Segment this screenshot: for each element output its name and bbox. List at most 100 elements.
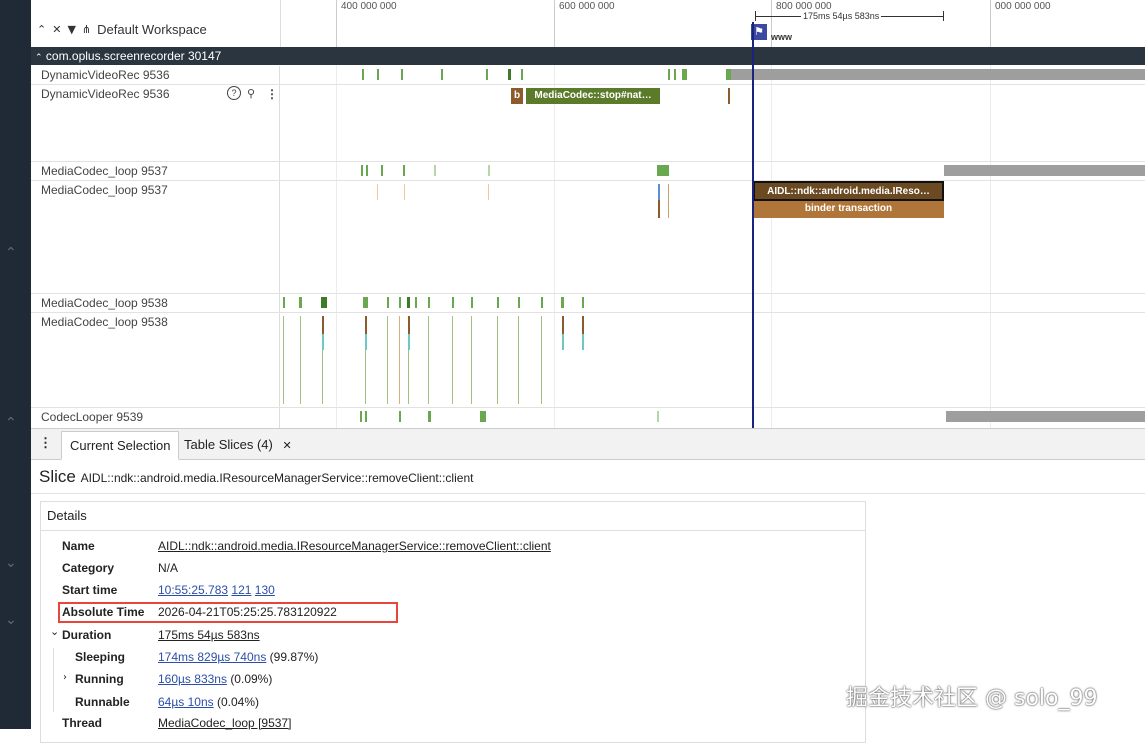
slice-mark[interactable] xyxy=(658,200,660,218)
start-time-link[interactable]: 130 xyxy=(255,583,275,597)
thread-state-mark[interactable] xyxy=(399,411,401,422)
thread-state-mark[interactable] xyxy=(582,297,584,308)
slice-mark[interactable] xyxy=(562,334,564,350)
slice-mark[interactable] xyxy=(668,184,669,218)
close-icon[interactable]: ✕ xyxy=(283,439,292,452)
workspace-icon[interactable]: ⋔ xyxy=(82,23,91,36)
thread-state-mark[interactable] xyxy=(441,69,443,80)
thread-state-mark[interactable] xyxy=(541,297,543,308)
expand-chevron-icon[interactable]: ⌄ xyxy=(50,625,59,638)
more-menu-icon[interactable]: ⋮ xyxy=(266,85,278,103)
thread-state-mark[interactable] xyxy=(321,297,327,308)
pin-icon[interactable]: ⚲ xyxy=(247,85,255,103)
thread-state-mark[interactable] xyxy=(668,69,670,80)
slice-mark[interactable] xyxy=(408,316,410,334)
slice-mark[interactable] xyxy=(322,316,324,334)
slice-mark[interactable] xyxy=(428,316,429,404)
thread-state-mark[interactable] xyxy=(682,69,687,80)
expand-chevron-right-icon[interactable]: › xyxy=(63,672,67,683)
slice-mark[interactable] xyxy=(322,350,323,404)
track-label[interactable]: MediaCodec_loop 9537 xyxy=(31,162,280,180)
thread-state-mark[interactable] xyxy=(488,165,490,176)
thread-state-mark[interactable] xyxy=(283,297,285,308)
slice-mark[interactable] xyxy=(497,316,498,404)
thread-state-sleeping[interactable] xyxy=(944,165,1145,176)
slice-mark[interactable] xyxy=(283,316,284,404)
filter-icon[interactable]: ▼ xyxy=(67,23,75,36)
track-label[interactable]: MediaCodec_loop 9538 xyxy=(31,294,280,312)
process-group-header[interactable]: ⌃ com.oplus.screenrecorder 30147 xyxy=(31,47,1145,65)
thread-state-sleeping[interactable] xyxy=(946,411,1145,422)
duration-link[interactable]: 175ms 54µs 583ns xyxy=(158,628,260,642)
slice-mark[interactable] xyxy=(518,316,519,404)
collapse-chevron-icon[interactable]: ⌃ xyxy=(35,53,43,63)
tab-current-selection[interactable]: Current Selection xyxy=(61,431,180,460)
thread-state-mark[interactable] xyxy=(471,297,473,308)
panel-menu-icon[interactable]: ⋮ xyxy=(39,435,52,451)
thread-state-mark[interactable] xyxy=(415,297,417,308)
thread-state-mark[interactable] xyxy=(407,297,410,308)
slice-mark[interactable] xyxy=(365,334,367,350)
collapse-all-icon[interactable]: ⌃ xyxy=(37,23,46,36)
workspace-label[interactable]: Default Workspace xyxy=(97,22,207,37)
slice-name-link[interactable]: AIDL::ndk::android.media.IResourceManage… xyxy=(158,539,551,553)
thread-state-mark[interactable] xyxy=(561,297,564,308)
slice-mark[interactable] xyxy=(399,316,400,404)
time-ruler[interactable]: 400 000 000 600 000 000 800 000 000 000 … xyxy=(281,0,1145,48)
chevron-down-icon[interactable]: ⌄ xyxy=(5,612,17,628)
slice-mark[interactable] xyxy=(658,184,660,200)
thread-state-mark[interactable] xyxy=(399,297,401,308)
thread-state-mark[interactable] xyxy=(363,297,368,308)
slice-mark[interactable] xyxy=(452,316,453,404)
track-label[interactable]: MediaCodec_loop 9537 xyxy=(31,181,280,293)
start-time-link[interactable]: 121 xyxy=(231,583,251,597)
unpin-icon[interactable]: ✕ xyxy=(52,23,61,36)
chevron-up-icon[interactable]: ⌃ xyxy=(5,245,17,261)
thread-state-mark[interactable] xyxy=(365,411,367,422)
slice-mark[interactable] xyxy=(728,88,730,104)
slice-mark[interactable] xyxy=(300,316,301,404)
track-label[interactable]: DynamicVideoRec 9536 xyxy=(31,66,280,84)
thread-state-mark[interactable] xyxy=(657,165,669,176)
slice-mark[interactable] xyxy=(322,334,324,350)
thread-state-mark[interactable] xyxy=(361,165,363,176)
thread-state-mark[interactable] xyxy=(381,165,383,176)
thread-state-mark[interactable] xyxy=(497,297,499,308)
thread-state-mark[interactable] xyxy=(434,165,436,176)
tab-table-slices[interactable]: Table Slices (4) ✕ xyxy=(176,431,300,458)
thread-state-mark[interactable] xyxy=(403,165,405,176)
slice-mark[interactable] xyxy=(562,316,564,334)
slice-mark[interactable] xyxy=(541,316,542,404)
slice-b[interactable]: b xyxy=(511,88,523,104)
slice-mark[interactable] xyxy=(582,316,584,334)
slice-mark[interactable] xyxy=(471,316,472,404)
track-label[interactable]: CodecLooper 9539 xyxy=(31,408,280,428)
thread-state-mark[interactable] xyxy=(486,69,488,80)
slice-binder-transaction[interactable]: binder transaction xyxy=(753,201,944,218)
thread-state-mark[interactable] xyxy=(360,411,362,422)
track-label-expanded[interactable]: DynamicVideoRec 9536 ? ⚲ ⋮ xyxy=(31,85,280,161)
thread-state-mark[interactable] xyxy=(674,69,676,80)
thread-state-mark[interactable] xyxy=(428,297,430,308)
runnable-link[interactable]: 64µs 10ns xyxy=(158,695,214,709)
thread-state-mark[interactable] xyxy=(401,69,403,80)
thread-state-mark[interactable] xyxy=(480,411,486,422)
slice-mark[interactable] xyxy=(365,350,366,404)
slice-mark[interactable] xyxy=(387,316,388,404)
slice-mark[interactable] xyxy=(365,316,367,334)
thread-state-mark[interactable] xyxy=(377,69,379,80)
thread-state-mark[interactable] xyxy=(428,411,431,422)
chevron-up-icon[interactable]: ⌃ xyxy=(5,415,17,431)
thread-state-mark[interactable] xyxy=(366,165,368,176)
thread-state-mark[interactable] xyxy=(508,69,511,80)
thread-state-mark[interactable] xyxy=(518,297,520,308)
thread-state-mark[interactable] xyxy=(299,297,302,308)
slice-mark[interactable] xyxy=(488,184,489,200)
track-label[interactable]: MediaCodec_loop 9538 xyxy=(31,313,280,407)
thread-state-mark[interactable] xyxy=(362,69,364,80)
chevron-down-icon[interactable]: ⌄ xyxy=(5,555,17,571)
thread-state-mark[interactable] xyxy=(452,297,454,308)
slice-mark[interactable] xyxy=(408,350,409,404)
thread-state-mark[interactable] xyxy=(657,411,659,422)
running-link[interactable]: 160µs 833ns xyxy=(158,672,227,686)
